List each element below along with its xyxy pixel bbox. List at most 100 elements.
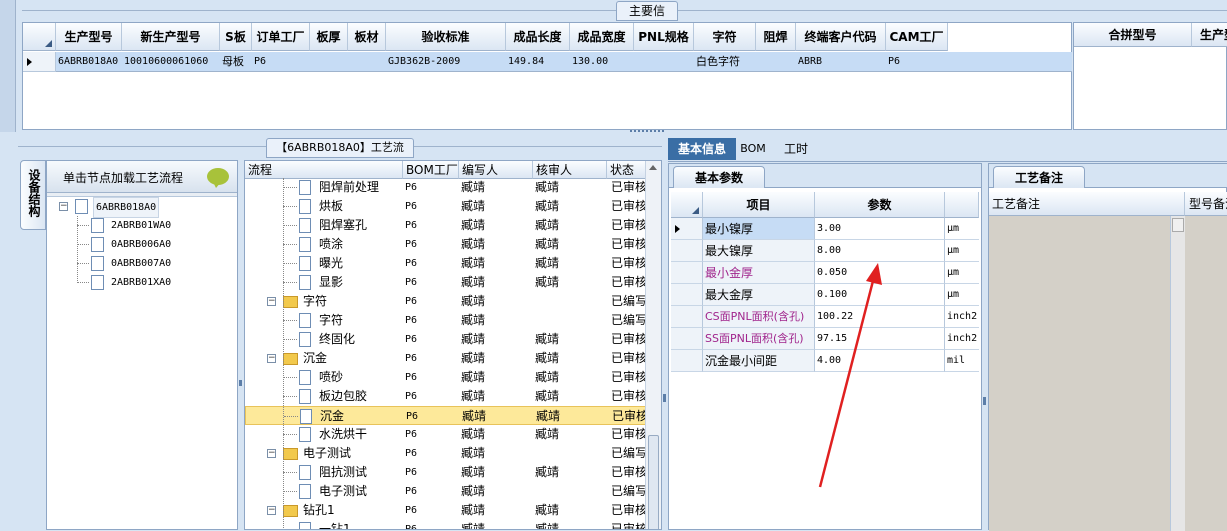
- notes-col-model[interactable]: 型号备注: [1185, 192, 1227, 216]
- params-col-value[interactable]: 参数: [815, 192, 945, 218]
- notes-scrollbar[interactable]: [1171, 216, 1185, 531]
- main-col-0[interactable]: 生产型号: [56, 23, 122, 51]
- main-col-8[interactable]: 成品宽度: [570, 23, 634, 51]
- param-item: 最小镍厚: [703, 218, 815, 240]
- tab-basic-params[interactable]: 基本参数: [673, 166, 765, 188]
- flow-status: 已审核: [611, 332, 645, 346]
- flow-col-0[interactable]: 流程: [245, 161, 403, 179]
- main-col-9[interactable]: PNL规格: [634, 23, 694, 51]
- flow-row[interactable]: 喷涂 P6 臧靖 臧靖 已审核: [245, 235, 657, 254]
- flow-row[interactable]: 喷砂 P6 臧靖 臧靖 已审核: [245, 368, 657, 387]
- flow-row[interactable]: 阻焊塞孔 P6 臧靖 臧靖 已审核: [245, 216, 657, 235]
- row-selector[interactable]: [23, 52, 56, 72]
- flow-factory: P6: [405, 505, 418, 516]
- row-selector[interactable]: [671, 328, 703, 350]
- main-col-6[interactable]: 验收标准: [386, 23, 506, 51]
- flow-row[interactable]: 板边包胶 P6 臧靖 臧靖 已审核: [245, 387, 657, 406]
- collapse-icon[interactable]: −: [267, 449, 276, 458]
- scroll-up-arrow[interactable]: [649, 165, 657, 170]
- tab-bom[interactable]: BOM: [738, 138, 768, 160]
- side-tab-device-structure[interactable]: 设备结构: [20, 160, 46, 230]
- main-col-1[interactable]: 新生产型号: [122, 23, 220, 51]
- flow-row[interactable]: 曝光 P6 臧靖 臧靖 已审核: [245, 254, 657, 273]
- main-col-7[interactable]: 成品长度: [506, 23, 570, 51]
- row-selector[interactable]: [671, 284, 703, 306]
- collapse-icon[interactable]: −: [59, 202, 68, 211]
- tree-line: [77, 225, 89, 226]
- main-col-10[interactable]: 字符: [694, 23, 756, 51]
- flow-row[interactable]: 阻抗测试 P6 臧靖 臧靖 已审核: [245, 463, 657, 482]
- flow-col-3[interactable]: 核审人: [533, 161, 607, 179]
- flow-row[interactable]: 字符 P6 臧靖 已编写: [245, 311, 657, 330]
- tree-line: [283, 320, 297, 321]
- tree-node-root[interactable]: − 6ABRB018A0: [47, 197, 237, 218]
- flow-row-selected[interactable]: 沉金 P6 臧靖 臧靖 已审核: [245, 406, 657, 425]
- scroll-thumb[interactable]: [648, 435, 659, 529]
- tree-node-child-2[interactable]: 0ABRB007A0: [47, 254, 237, 273]
- main-col-2[interactable]: S板: [220, 23, 252, 51]
- right-col-production-model[interactable]: 生产型: [1192, 23, 1227, 47]
- flow-row[interactable]: 阻焊前处理 P6 臧靖 臧靖 已审核: [245, 178, 657, 197]
- param-value[interactable]: 3.00: [815, 218, 945, 240]
- flow-row[interactable]: 水洗烘干 P6 臧靖 臧靖 已审核: [245, 425, 657, 444]
- main-col-11[interactable]: 阻焊: [756, 23, 796, 51]
- row-selector[interactable]: [671, 262, 703, 284]
- flow-status: 已编写: [611, 313, 645, 327]
- main-col-4[interactable]: 板厚: [310, 23, 348, 51]
- flow-row[interactable]: − 电子测试 P6 臧靖 已编写: [245, 444, 657, 463]
- left-panel-header-text: 单击节点加载工艺流程: [63, 171, 184, 185]
- collapse-icon[interactable]: −: [267, 354, 276, 363]
- tab-work-hours[interactable]: 工时: [776, 138, 816, 160]
- collapse-icon[interactable]: −: [267, 297, 276, 306]
- flow-writer: 臧靖: [461, 199, 486, 213]
- flow-row[interactable]: 电子测试 P6 臧靖 已编写: [245, 482, 657, 501]
- row-selector[interactable]: [671, 306, 703, 328]
- document-icon: [299, 199, 311, 214]
- tree-node-child-0[interactable]: 2ABRB01WA0: [47, 216, 237, 235]
- flow-row[interactable]: 一钻1 P6 臧靖 臧靖 已审核: [245, 520, 657, 529]
- model-notes-area[interactable]: [1185, 216, 1227, 531]
- flow-col-1[interactable]: BOM工厂: [403, 161, 459, 179]
- flow-step-name: 曝光: [319, 256, 344, 270]
- right-col-merge-model[interactable]: 合拼型号: [1074, 23, 1192, 47]
- tab-process-notes[interactable]: 工艺备注: [993, 166, 1085, 188]
- grid-corner[interactable]: [23, 23, 56, 51]
- notes-textarea[interactable]: [989, 216, 1171, 531]
- scroll-up-arrow[interactable]: [1172, 218, 1184, 232]
- flow-row[interactable]: − 沉金 P6 臧靖 臧靖 已审核: [245, 349, 657, 368]
- main-col-13[interactable]: CAM工厂: [886, 23, 948, 51]
- params-col-item[interactable]: 项目: [703, 192, 815, 218]
- flow-scrollbar[interactable]: [645, 161, 661, 529]
- flow-step-name: 烘板: [319, 199, 344, 213]
- tree-node-child-3[interactable]: 2ABRB01XA0: [47, 273, 237, 292]
- flow-factory: P6: [406, 411, 419, 422]
- row-selector[interactable]: [671, 240, 703, 262]
- tab-basic-info[interactable]: 基本信息: [668, 138, 736, 160]
- tree-line: [283, 339, 297, 340]
- flow-row[interactable]: 终固化 P6 臧靖 臧靖 已审核: [245, 330, 657, 349]
- flow-row[interactable]: − 字符 P6 臧靖 已编写: [245, 292, 657, 311]
- document-icon: [299, 237, 311, 252]
- row-selector[interactable]: [671, 350, 703, 372]
- main-col-3[interactable]: 订单工厂: [252, 23, 310, 51]
- param-unit: μm: [945, 284, 979, 306]
- flow-step-name: 沉金: [303, 351, 328, 365]
- flow-step-name: 显影: [319, 275, 344, 289]
- flow-row[interactable]: 烘板 P6 臧靖 臧靖 已审核: [245, 197, 657, 216]
- flow-reviewer: 臧靖: [535, 275, 560, 289]
- tree-line: [283, 434, 297, 435]
- flow-row[interactable]: − 钻孔1 P6 臧靖 臧靖 已审核: [245, 501, 657, 520]
- params-col-unit[interactable]: [945, 192, 979, 218]
- params-corner[interactable]: [671, 192, 703, 218]
- flow-row[interactable]: 显影 P6 臧靖 臧靖 已审核: [245, 273, 657, 292]
- tree-node-child-1[interactable]: 0ABRB006A0: [47, 235, 237, 254]
- tree-node-label: 0ABRB006A0: [111, 239, 172, 250]
- row-selector[interactable]: [671, 218, 703, 240]
- main-col-12[interactable]: 终端客户代码: [796, 23, 886, 51]
- right-tabbar: 基本信息 BOM 工时: [668, 138, 1227, 162]
- flow-col-2[interactable]: 编写人: [459, 161, 533, 179]
- notes-col-process[interactable]: 工艺备注: [989, 192, 1185, 216]
- collapse-icon[interactable]: −: [267, 506, 276, 515]
- splitter-grip[interactable]: [630, 130, 664, 133]
- main-col-5[interactable]: 板材: [348, 23, 386, 51]
